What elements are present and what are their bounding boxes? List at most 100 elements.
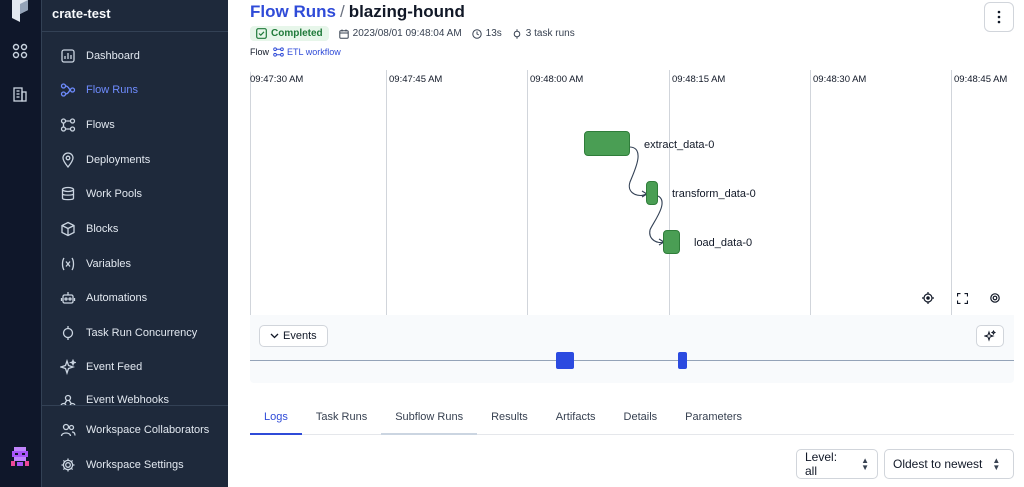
sidebar-item-label: Workspace Settings (86, 459, 184, 471)
log-sort-select[interactable]: Oldest to newest ▲ ▼ (884, 449, 1014, 479)
task-runs-count: 3 task runs (512, 28, 575, 39)
events-label: Events (283, 330, 317, 342)
page-title: blazing-hound (348, 2, 465, 21)
tab-parameters[interactable]: Parameters (671, 400, 756, 435)
log-level-select[interactable]: Level: all ▲ ▼ (796, 449, 878, 479)
gear-icon (61, 458, 75, 472)
fullscreen-button[interactable] (953, 289, 971, 307)
sidebar-item-blocks[interactable]: Blocks (60, 218, 118, 240)
duration-value: 13s (485, 28, 502, 39)
sidebar-item-deployments[interactable]: Deployments (60, 149, 150, 171)
workspace-name[interactable]: crate-test (52, 6, 111, 21)
sidebar-item-label: Dashboard (86, 50, 140, 62)
log-level-value: Level: all (805, 450, 838, 478)
sidebar-item-event-feed[interactable]: Event Feed (60, 356, 142, 378)
task-runs-value: 3 task runs (525, 28, 575, 39)
tab-details[interactable]: Details (610, 400, 672, 435)
sidebar-item-label: Blocks (86, 223, 119, 235)
user-avatar-icon[interactable] (7, 444, 33, 470)
flow-name: ETL workflow (287, 47, 341, 57)
flow-link[interactable]: ETL workflow (273, 47, 341, 57)
icon-rail (0, 0, 42, 487)
webhook-icon (60, 394, 76, 405)
duration: 13s (471, 28, 502, 39)
sidebar-item-label: Work Pools (86, 188, 143, 200)
task-run-node[interactable] (584, 131, 630, 156)
more-options-button[interactable] (984, 2, 1014, 32)
sidebar-item-work-pools[interactable]: Work Pools (60, 183, 142, 205)
workspaces-grid-icon[interactable] (9, 40, 31, 62)
start-time: 2023/08/01 09:48:04 AM (338, 28, 462, 39)
recenter-button[interactable] (919, 289, 937, 307)
flows-icon (273, 47, 284, 57)
sidebar-item-task-run-concurrency[interactable]: Task Run Concurrency (60, 322, 197, 344)
sidebar-item-flows[interactable]: Flows (60, 114, 115, 136)
crosshair-icon (922, 292, 934, 304)
main-content: Flow Runs / blazing-hound Completed 2023/0… (228, 0, 1024, 487)
check-square-icon (256, 28, 267, 39)
flow-runs-icon (60, 83, 76, 97)
breadcrumb-flow-runs-link[interactable]: Flow Runs (250, 2, 336, 21)
flows-icon (60, 118, 76, 132)
prefect-logo-icon[interactable] (9, 0, 31, 22)
sidebar-divider (42, 405, 228, 406)
sidebar-item-label: Flows (86, 119, 115, 131)
breadcrumb: Flow Runs / blazing-hound (250, 2, 465, 22)
task-run-icon (513, 28, 521, 39)
sidebar-item-label: Event Feed (86, 361, 143, 373)
start-time-value: 2023/08/01 09:48:04 AM (352, 28, 462, 39)
log-sort-value: Oldest to newest (893, 457, 983, 471)
task-run-node[interactable] (646, 181, 658, 205)
state-badge: Completed (250, 26, 329, 41)
events-toggle-button[interactable]: Events (259, 325, 328, 347)
concurrency-icon (62, 326, 74, 340)
sparkles-icon (60, 359, 76, 375)
gear-icon (990, 293, 1000, 303)
tab-subflow-runs[interactable]: Subflow Runs (381, 400, 478, 435)
database-icon (61, 186, 75, 201)
event-options-button[interactable] (976, 325, 1004, 347)
tab-artifacts[interactable]: Artifacts (542, 400, 610, 435)
graph-settings-button[interactable] (986, 289, 1004, 307)
dependency-edges (628, 146, 666, 246)
cube-icon (61, 221, 75, 237)
sparkles-icon (984, 330, 996, 342)
flow-label: Flow (250, 47, 270, 57)
run-meta: Completed 2023/08/01 09:48:04 AM 13s 3 t… (250, 26, 585, 41)
kebab-menu-icon (997, 10, 1001, 24)
sidebar-item-variables[interactable]: Variables (60, 253, 131, 275)
sidebar-item-label: Automations (86, 292, 148, 304)
clock-icon (471, 28, 482, 39)
chevron-down-icon (270, 333, 279, 339)
timeline-canvas[interactable]: 09:47:30 AM 09:47:45 AM 09:48:00 AM 09:4… (250, 70, 1014, 315)
sidebar-item-event-webhooks[interactable]: Event Webhooks (60, 391, 169, 405)
flow-reference: Flow ETL workflow (250, 47, 341, 57)
sidebar-item-label: Flow Runs (86, 84, 138, 96)
event-marker[interactable] (678, 352, 687, 369)
sidebar-item-dashboard[interactable]: Dashboard (60, 45, 140, 67)
select-caret-icon: ▲ ▼ (992, 456, 1001, 472)
location-pin-icon (62, 152, 74, 168)
sidebar-item-workspace-collaborators[interactable]: Workspace Collaborators (60, 419, 209, 441)
run-detail-tabs: Logs Task Runs Subflow Runs Results Arti… (250, 400, 1014, 435)
expand-icon (956, 292, 968, 304)
task-run-label: transform_data-0 (672, 188, 756, 200)
events-track (250, 360, 1014, 361)
organization-building-icon[interactable] (9, 83, 31, 105)
tab-task-runs[interactable]: Task Runs (302, 400, 381, 435)
tab-logs[interactable]: Logs (250, 400, 302, 435)
robot-icon (60, 292, 76, 304)
calendar-icon (338, 29, 349, 39)
flow-run-timeline[interactable]: 09:47:30 AM 09:47:45 AM 09:48:00 AM 09:4… (250, 70, 1014, 383)
sidebar-item-automations[interactable]: Automations (60, 287, 147, 309)
event-marker[interactable] (556, 352, 574, 369)
sidebar-item-workspace-settings[interactable]: Workspace Settings (60, 454, 184, 476)
sidebar-item-label: Task Run Concurrency (86, 327, 198, 339)
sidebar-item-label: Event Webhooks (86, 394, 169, 405)
sidebar-item-flow-runs[interactable]: Flow Runs (60, 79, 138, 101)
state-label: Completed (271, 28, 323, 39)
select-caret-icon: ▲ ▼ (861, 456, 869, 472)
tab-results[interactable]: Results (477, 400, 542, 435)
dashboard-icon (61, 49, 75, 63)
task-run-node[interactable] (663, 230, 680, 254)
